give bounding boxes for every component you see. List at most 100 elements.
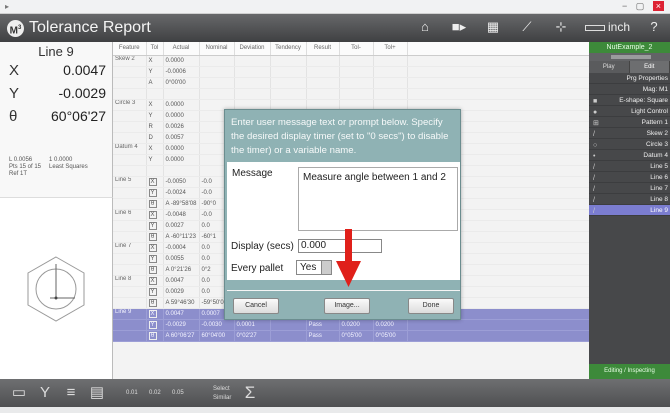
- table-row[interactable]: [113, 88, 589, 99]
- done-button[interactable]: Done: [408, 298, 454, 314]
- axis-toggle[interactable]: Y: [149, 321, 157, 329]
- axis-toggle[interactable]: Y: [149, 255, 157, 263]
- feature-cell: [113, 132, 146, 143]
- table-row[interactable]: Y-0.0029-0.00300.0001Pass0.02000.0200: [113, 319, 589, 330]
- column-header[interactable]: Result: [306, 42, 339, 55]
- feature-cell: Line 9: [113, 308, 146, 319]
- axis-value: 0.0047: [63, 62, 106, 78]
- column-header[interactable]: Nominal: [199, 42, 234, 55]
- home-icon[interactable]: ⌂: [415, 18, 435, 36]
- table-row[interactable]: A0°00'00: [113, 77, 589, 88]
- system-top-bar: ▸ − ▢ ×: [0, 0, 670, 14]
- table-row[interactable]: Skew 2X0.0000: [113, 55, 589, 66]
- grid-icon[interactable]: ▦: [483, 18, 503, 36]
- cancel-button[interactable]: Cancel: [233, 298, 279, 314]
- table-cell: [407, 77, 589, 88]
- column-header[interactable]: Tendency: [270, 42, 306, 55]
- program-step[interactable]: /Line 9: [589, 205, 670, 216]
- program-step[interactable]: /Skew 2: [589, 128, 670, 139]
- column-header[interactable]: Deviation: [234, 42, 270, 55]
- dropdown-caret-icon[interactable]: [321, 261, 331, 274]
- axis-toggle[interactable]: Y: [149, 189, 157, 197]
- probe-icon[interactable]: ⟋: [517, 18, 537, 36]
- table-cell: 0.0027: [163, 220, 199, 231]
- image-button[interactable]: Image...: [324, 298, 370, 314]
- program-step[interactable]: Mag: M1: [589, 84, 670, 95]
- axis-value: 60°06'27: [51, 108, 106, 124]
- axis-toggle[interactable]: X: [149, 178, 157, 186]
- tolerance-option[interactable]: 0.02: [149, 379, 161, 407]
- select-similar-button[interactable]: SelectSimilar: [213, 385, 231, 413]
- zoom-slider[interactable]: [589, 53, 670, 61]
- axis-toggle[interactable]: X: [149, 211, 157, 219]
- column-header[interactable]: Tol-: [339, 42, 373, 55]
- table-row[interactable]: θA 60°06'2760°04'000°02'27Pass0°05'000°0…: [113, 330, 589, 341]
- table-cell: -0.0030: [199, 319, 234, 330]
- tab-play[interactable]: Play: [589, 61, 630, 73]
- menu-corner-icon[interactable]: ▸: [5, 2, 9, 11]
- axes-icon[interactable]: ⊹: [551, 18, 571, 36]
- step-label: Line 8: [650, 196, 668, 203]
- axis-toggle[interactable]: θ: [149, 299, 157, 307]
- axis-toggle[interactable]: Y: [149, 222, 157, 230]
- select-label: Select: [213, 386, 230, 392]
- camera-icon[interactable]: ■▸: [449, 18, 469, 36]
- axis-toggle[interactable]: θ: [149, 266, 157, 274]
- axis-toggle[interactable]: θ: [149, 200, 157, 208]
- program-step[interactable]: Prg Properties: [589, 73, 670, 84]
- table-cell: A -89°58'08: [163, 198, 199, 209]
- axis-toggle[interactable]: θ: [149, 332, 157, 340]
- column-header[interactable]: Tol: [146, 42, 163, 55]
- table-cell: -0.0050: [163, 176, 199, 187]
- axis-label: Y: [9, 85, 19, 102]
- column-header[interactable]: Feature: [113, 42, 146, 55]
- part-view[interactable]: [0, 197, 113, 379]
- feature-cell: Circle 3: [113, 99, 146, 110]
- table-cell: 0.0047: [163, 308, 199, 319]
- axis-toggle[interactable]: X: [149, 244, 157, 252]
- unit-toggle[interactable]: inch: [585, 20, 630, 34]
- readout-y: Y -0.0029: [0, 85, 113, 105]
- table-icon[interactable]: ▤: [88, 383, 106, 403]
- program-step[interactable]: •Datum 4: [589, 150, 670, 161]
- column-header[interactable]: Actual: [163, 42, 199, 55]
- axis-toggle[interactable]: X: [149, 277, 157, 285]
- table-cell: 0.0200: [339, 319, 373, 330]
- tab-edit[interactable]: Edit: [630, 61, 670, 73]
- table-cell: 0.0029: [163, 286, 199, 297]
- feature-cell: [113, 88, 146, 99]
- program-step[interactable]: ■E-shape: Square: [589, 95, 670, 106]
- tolerance-option[interactable]: 0.01: [126, 379, 138, 407]
- detail-text: 1 0.0000: [49, 157, 72, 164]
- window-controls[interactable]: − ▢ ×: [622, 1, 664, 12]
- list-icon[interactable]: ≡: [62, 383, 80, 403]
- bottom-toolbar: ▭ Y ≡ ▤ 0.01 0.02 0.05 SelectSimilar Σ: [0, 379, 670, 407]
- message-field[interactable]: Measure angle between 1 and 2: [298, 167, 458, 231]
- sigma-icon[interactable]: Σ: [241, 383, 259, 403]
- program-step[interactable]: /Line 7: [589, 183, 670, 194]
- table-cell: [407, 66, 589, 77]
- program-step[interactable]: /Line 6: [589, 172, 670, 183]
- program-step[interactable]: ○Circle 3: [589, 139, 670, 150]
- program-step[interactable]: /Line 5: [589, 161, 670, 172]
- axis-toggle[interactable]: X: [149, 310, 157, 318]
- pallet-select[interactable]: Yes: [296, 260, 332, 275]
- close-icon[interactable]: ×: [653, 1, 664, 11]
- readout-theta: θ 60°06'27: [0, 108, 113, 128]
- program-step[interactable]: /Line 8: [589, 194, 670, 205]
- slider-knob[interactable]: [611, 55, 651, 59]
- table-row[interactable]: Y-0.0006: [113, 66, 589, 77]
- part-name[interactable]: NutExample_2: [589, 42, 670, 53]
- program-step[interactable]: ⊞Pattern 1: [589, 117, 670, 128]
- column-header[interactable]: Tol+: [373, 42, 407, 55]
- table-cell: X: [146, 242, 163, 253]
- program-step[interactable]: ●Light Control: [589, 106, 670, 117]
- battery-icon[interactable]: ▭: [8, 383, 30, 403]
- axis-toggle[interactable]: Y: [149, 288, 157, 296]
- probe-tool-icon[interactable]: Y: [36, 383, 54, 403]
- table-cell: X: [146, 143, 163, 154]
- axis-toggle[interactable]: θ: [149, 233, 157, 241]
- table-cell: Y: [146, 110, 163, 121]
- tolerance-option[interactable]: 0.05: [172, 379, 184, 407]
- help-icon[interactable]: ?: [644, 18, 664, 36]
